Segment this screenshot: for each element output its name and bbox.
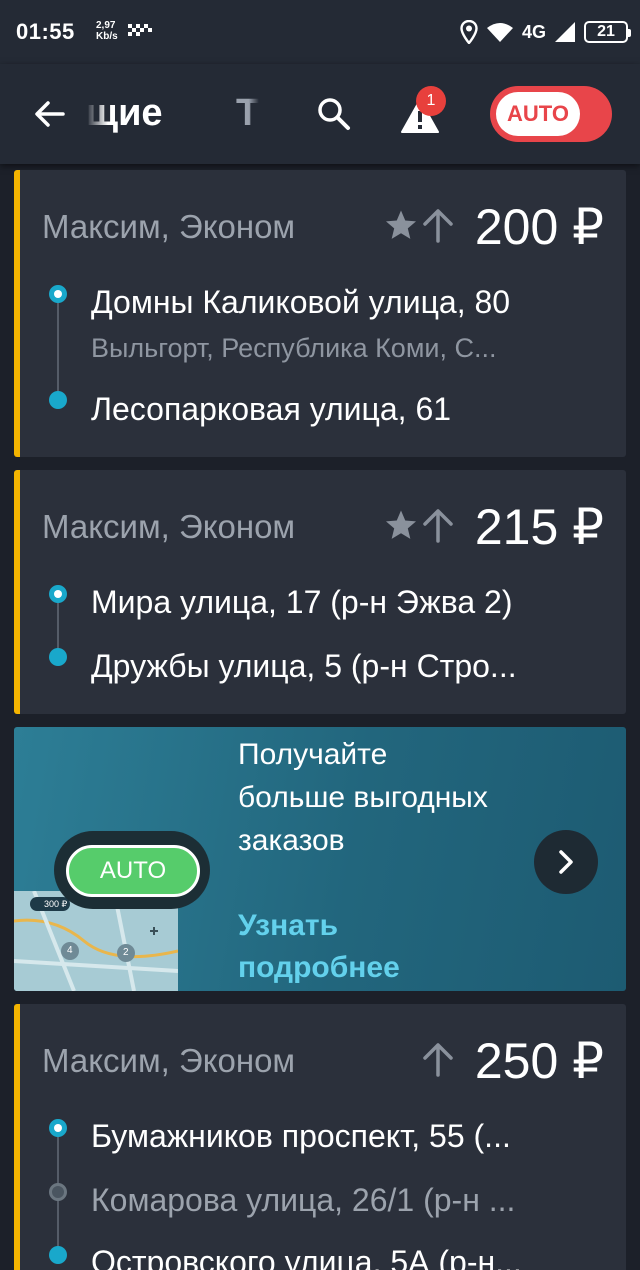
pickup-dot: [49, 285, 67, 303]
stop-dot: [49, 1183, 67, 1201]
notification-badge: 1: [416, 86, 446, 116]
tab-next[interactable]: Т: [236, 92, 259, 135]
promo-text: Получайте больше выгодных заказов: [238, 738, 488, 857]
network-type: 4G: [521, 21, 546, 42]
pickup-address: Бумажников проспект, 55 (...: [91, 1118, 511, 1154]
signal-icon: [555, 22, 575, 42]
star-icon: [385, 210, 417, 239]
dropoff-dot: [49, 391, 67, 409]
arrow-up-icon: [423, 509, 453, 543]
promo-next-button[interactable]: [534, 830, 598, 894]
chevron-right-icon: [559, 850, 573, 874]
order-client: Максим, Эконом: [42, 1042, 296, 1079]
order-price: 215 ₽: [474, 499, 604, 555]
map-price-label: 300 ₽: [44, 899, 68, 909]
arrow-up-icon: [423, 209, 453, 243]
pickup-dot: [49, 585, 67, 603]
network-speed: 2,97 Kb/s: [96, 20, 118, 42]
taxi-icon: [128, 24, 152, 36]
battery-indicator: 21: [584, 21, 631, 43]
map-marker-label: 2: [123, 947, 129, 958]
pickup-subaddress: Выльгорт, Республика Коми, С...: [91, 333, 497, 363]
promo-auto-badge: AUTO: [66, 845, 200, 897]
promo-banner[interactable]: 300 ₽ 4 2 AUTO Получайте больше выгодных…: [14, 727, 626, 991]
pickup-address: Мира улица, 17 (р-н Эжва 2): [91, 584, 513, 620]
dropoff-dot: [49, 648, 67, 666]
wifi-icon: [486, 23, 513, 42]
route-line: [57, 302, 59, 398]
order-client: Максим, Эконом: [42, 508, 296, 545]
top-toolbar: щие Т 1 AUTO: [0, 64, 640, 164]
auto-toggle[interactable]: AUTO: [490, 86, 612, 142]
order-client: Максим, Эконом: [42, 208, 296, 245]
auto-toggle-label: AUTO: [496, 92, 580, 136]
arrow-up-icon: [423, 1043, 453, 1077]
dropoff-dot: [49, 1246, 67, 1264]
dropoff-address: Дружбы улица, 5 (р-н Стро...: [91, 648, 517, 684]
status-bar: 01:55 2,97 Kb/s 4G 21: [0, 0, 640, 64]
order-card[interactable]: Максим, Эконом 200 ₽ Домны Каликовой ули…: [14, 170, 626, 457]
order-price: 250 ₽: [474, 1033, 604, 1089]
map-marker-label: 4: [67, 945, 73, 956]
pickup-address: Домны Каликовой улица, 80: [91, 284, 511, 320]
search-icon[interactable]: [316, 96, 352, 132]
pickup-dot: [49, 1119, 67, 1137]
tab-current-orders[interactable]: щие: [86, 92, 163, 135]
order-card[interactable]: Максим, Эконом 215 ₽ Мира улица, 17 (р-н…: [14, 470, 626, 714]
location-icon: [460, 20, 478, 44]
star-icon: [385, 510, 417, 539]
dropoff-address: Лесопарковая улица, 61: [91, 391, 452, 427]
back-arrow-icon[interactable]: [30, 94, 70, 134]
status-time: 01:55: [16, 19, 75, 44]
stop-address: Комарова улица, 26/1 (р-н ...: [91, 1182, 516, 1218]
order-card[interactable]: Максим, Эконом 250 ₽ Бумажников проспект…: [14, 1004, 626, 1270]
dropoff-address: Островского улица, 5А (р-н...: [91, 1244, 522, 1270]
promo-link[interactable]: Узнать подробнее: [238, 905, 498, 989]
order-price: 200 ₽: [474, 199, 604, 255]
